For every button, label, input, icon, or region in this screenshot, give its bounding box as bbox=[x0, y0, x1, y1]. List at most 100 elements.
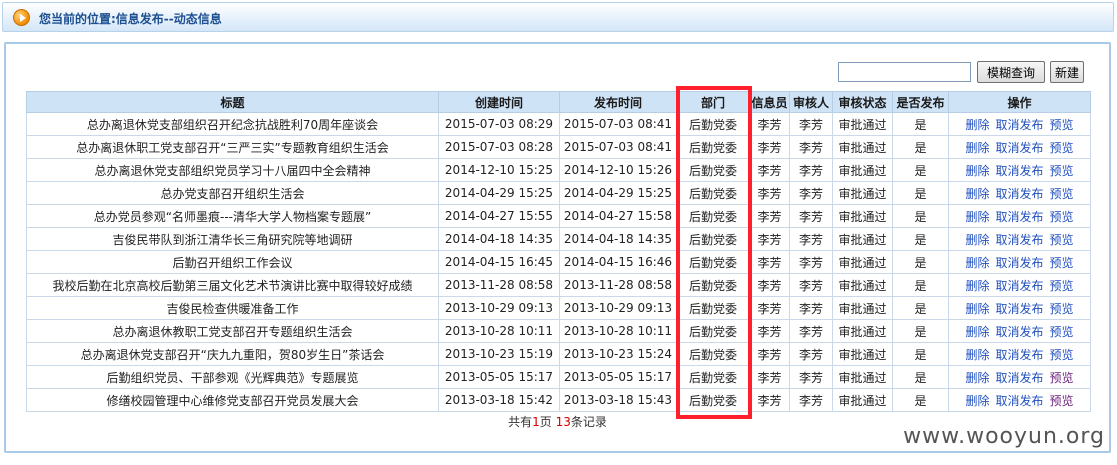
department-cell: 后勤党委 bbox=[676, 158, 750, 182]
preview-link[interactable]: 预览 bbox=[1050, 118, 1074, 132]
reporter-cell: 李芳 bbox=[749, 181, 790, 205]
reporter-cell: 李芳 bbox=[749, 319, 790, 343]
created-time-cell: 2014-04-15 16:45 bbox=[438, 250, 560, 274]
delete-link[interactable]: 删除 bbox=[965, 302, 989, 316]
delete-link[interactable]: 删除 bbox=[965, 118, 989, 132]
column-header-review-status[interactable]: 审核状态 bbox=[832, 91, 893, 113]
created-time-cell: 2013-03-18 15:42 bbox=[438, 388, 560, 412]
department-cell: 后勤党委 bbox=[676, 319, 750, 343]
reviewer-cell: 李芳 bbox=[789, 204, 833, 228]
preview-link[interactable]: 预览 bbox=[1050, 210, 1074, 224]
delete-link[interactable]: 删除 bbox=[965, 394, 989, 408]
reviewer-cell: 李芳 bbox=[789, 135, 833, 159]
title-cell: 总办离退休党支部组织党员学习十八届四中全会精神 bbox=[26, 158, 439, 182]
published-time-cell: 2013-10-23 15:24 bbox=[559, 342, 677, 366]
title-cell: 后勤召开组织工作会议 bbox=[26, 250, 439, 274]
delete-link[interactable]: 删除 bbox=[965, 256, 989, 270]
cancel-publish-link[interactable]: 取消发布 bbox=[995, 164, 1043, 178]
review-status-cell: 审批通过 bbox=[832, 227, 893, 251]
table-row: 总办离退休党支部组织党员学习十八届四中全会精神 2014-12-10 15:25 2… bbox=[26, 158, 1091, 182]
fuzzy-search-button[interactable]: 模糊查询 bbox=[977, 61, 1045, 83]
pager-mid: 页 bbox=[539, 415, 556, 429]
delete-link[interactable]: 删除 bbox=[965, 187, 989, 201]
title-cell: 总办党支部召开组织生活会 bbox=[26, 181, 439, 205]
cancel-publish-link[interactable]: 取消发布 bbox=[995, 371, 1043, 385]
delete-link[interactable]: 删除 bbox=[965, 141, 989, 155]
table-row: 我校后勤在北京高校后勤第三届文化艺术节演讲比赛中取得较好成绩 2013-11-28… bbox=[26, 273, 1091, 297]
delete-link[interactable]: 删除 bbox=[965, 279, 989, 293]
delete-link[interactable]: 删除 bbox=[965, 233, 989, 247]
is-published-cell: 是 bbox=[892, 204, 949, 228]
search-input[interactable] bbox=[838, 62, 971, 82]
delete-link[interactable]: 删除 bbox=[965, 164, 989, 178]
column-header-reporter[interactable]: 信息员 bbox=[749, 91, 790, 113]
preview-link[interactable]: 预览 bbox=[1050, 141, 1074, 155]
table-row: 总办离退休党支部召开“庆九九重阳，贺80岁生日”茶话会 2013-10-23 15… bbox=[26, 342, 1091, 366]
published-time-cell: 2014-04-18 14:35 bbox=[559, 227, 677, 251]
cancel-publish-link[interactable]: 取消发布 bbox=[995, 256, 1043, 270]
is-published-cell: 是 bbox=[892, 319, 949, 343]
is-published-cell: 是 bbox=[892, 227, 949, 251]
is-published-cell: 是 bbox=[892, 135, 949, 159]
created-time-cell: 2013-11-28 08:58 bbox=[438, 273, 560, 297]
column-header-published[interactable]: 发布时间 bbox=[559, 91, 677, 113]
cancel-publish-link[interactable]: 取消发布 bbox=[995, 118, 1043, 132]
created-time-cell: 2014-04-18 14:35 bbox=[438, 227, 560, 251]
news-table: 标题 创建时间 发布时间 部门 信息员 审核人 审核状态 是否发布 操作 总办离… bbox=[26, 91, 1091, 412]
reporter-cell: 李芳 bbox=[749, 158, 790, 182]
preview-link[interactable]: 预览 bbox=[1050, 256, 1074, 270]
preview-link[interactable]: 预览 bbox=[1050, 233, 1074, 247]
preview-link[interactable]: 预览 bbox=[1050, 394, 1074, 408]
created-time-cell: 2014-12-10 15:25 bbox=[438, 158, 560, 182]
preview-link[interactable]: 预览 bbox=[1050, 279, 1074, 293]
table-row: 总办离退休教职工党支部召开专题组织生活会 2013-10-28 10:11 2013… bbox=[26, 319, 1091, 343]
delete-link[interactable]: 删除 bbox=[965, 325, 989, 339]
is-published-cell: 是 bbox=[892, 365, 949, 389]
cancel-publish-link[interactable]: 取消发布 bbox=[995, 348, 1043, 362]
delete-link[interactable]: 删除 bbox=[965, 371, 989, 385]
preview-link[interactable]: 预览 bbox=[1050, 187, 1074, 201]
created-time-cell: 2015-07-03 08:28 bbox=[438, 135, 560, 159]
delete-link[interactable]: 删除 bbox=[965, 210, 989, 224]
column-header-department[interactable]: 部门 bbox=[676, 91, 750, 113]
column-header-created[interactable]: 创建时间 bbox=[438, 91, 560, 113]
is-published-cell: 是 bbox=[892, 158, 949, 182]
published-time-cell: 2014-04-15 16:46 bbox=[559, 250, 677, 274]
review-status-cell: 审批通过 bbox=[832, 135, 893, 159]
preview-link[interactable]: 预览 bbox=[1050, 371, 1074, 385]
preview-link[interactable]: 预览 bbox=[1050, 325, 1074, 339]
preview-link[interactable]: 预览 bbox=[1050, 348, 1074, 362]
reviewer-cell: 李芳 bbox=[789, 273, 833, 297]
published-time-cell: 2013-10-28 10:11 bbox=[559, 319, 677, 343]
published-time-cell: 2013-05-05 15:17 bbox=[559, 365, 677, 389]
cancel-publish-link[interactable]: 取消发布 bbox=[995, 187, 1043, 201]
title-cell: 总办离退休党支部召开“庆九九重阳，贺80岁生日”茶话会 bbox=[26, 342, 439, 366]
actions-cell: 删除 取消发布 预览 bbox=[948, 388, 1091, 412]
column-header-title[interactable]: 标题 bbox=[26, 91, 439, 113]
cancel-publish-link[interactable]: 取消发布 bbox=[995, 210, 1043, 224]
cancel-publish-link[interactable]: 取消发布 bbox=[995, 233, 1043, 247]
table-row: 修缮校园管理中心维修党支部召开党员发展大会 2013-03-18 15:42 201… bbox=[26, 388, 1091, 412]
pager-prefix: 共有 bbox=[508, 415, 533, 429]
title-cell: 总办离退休党支部组织召开纪念抗战胜利70周年座谈会 bbox=[26, 112, 439, 136]
preview-link[interactable]: 预览 bbox=[1050, 164, 1074, 178]
cancel-publish-link[interactable]: 取消发布 bbox=[995, 394, 1043, 408]
department-cell: 后勤党委 bbox=[676, 227, 750, 251]
published-time-cell: 2015-07-03 08:41 bbox=[559, 112, 677, 136]
review-status-cell: 审批通过 bbox=[832, 112, 893, 136]
cancel-publish-link[interactable]: 取消发布 bbox=[995, 302, 1043, 316]
reporter-cell: 李芳 bbox=[749, 135, 790, 159]
column-header-reviewer[interactable]: 审核人 bbox=[789, 91, 833, 113]
reporter-cell: 李芳 bbox=[749, 112, 790, 136]
reporter-cell: 李芳 bbox=[749, 342, 790, 366]
created-time-cell: 2013-10-29 09:13 bbox=[438, 296, 560, 320]
new-button[interactable]: 新建 bbox=[1050, 61, 1084, 83]
cancel-publish-link[interactable]: 取消发布 bbox=[995, 325, 1043, 339]
cancel-publish-link[interactable]: 取消发布 bbox=[995, 141, 1043, 155]
published-time-cell: 2014-12-10 15:26 bbox=[559, 158, 677, 182]
column-header-is-published[interactable]: 是否发布 bbox=[892, 91, 949, 113]
delete-link[interactable]: 删除 bbox=[965, 348, 989, 362]
preview-link[interactable]: 预览 bbox=[1050, 302, 1074, 316]
title-cell: 总办离退休教职工党支部召开专题组织生活会 bbox=[26, 319, 439, 343]
cancel-publish-link[interactable]: 取消发布 bbox=[995, 279, 1043, 293]
